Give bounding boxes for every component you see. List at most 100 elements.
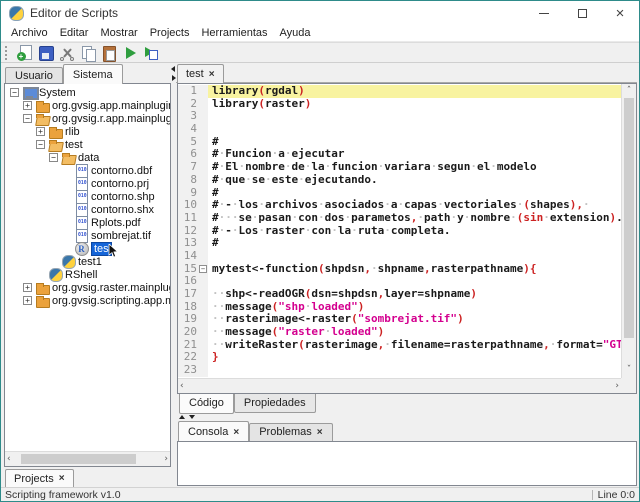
code-lines[interactable]: 1library(rgdal)2library(raster)345#6#·Fu… — [178, 85, 621, 378]
scroll-down-icon[interactable]: ˇ — [622, 364, 636, 377]
code-line-21[interactable]: 21··writeRaster(rasterimage,·filename=ra… — [178, 339, 621, 352]
tree-item-sombrejat-tif[interactable]: sombrejat.tif — [5, 229, 170, 242]
tab-projects[interactable]: Projects × — [5, 469, 74, 488]
expand-icon[interactable]: + — [23, 101, 32, 110]
scroll-left-icon[interactable]: ‹ — [180, 380, 184, 393]
menu-item-editar[interactable]: Editar — [54, 26, 95, 40]
tab-codigo[interactable]: Código — [179, 394, 234, 414]
close-button[interactable]: × — [601, 1, 639, 25]
new-script-button[interactable] — [14, 43, 35, 62]
code-text[interactable]: } — [208, 351, 621, 364]
tree-horizontal-scrollbar[interactable]: ‹ › — [5, 451, 170, 466]
tree-item-contorno-prj[interactable]: contorno.prj — [5, 177, 170, 190]
code-editor[interactable]: 1library(rgdal)2library(raster)345#6#·Fu… — [177, 83, 637, 394]
cut-button[interactable] — [56, 43, 77, 62]
tree-item-system[interactable]: −System — [5, 86, 170, 99]
paste-button[interactable] — [98, 43, 119, 62]
tab-consola[interactable]: Consola × — [178, 421, 249, 441]
whitespace-dot: · — [384, 224, 391, 237]
editor-vertical-scrollbar[interactable]: ˆ ˇ — [621, 84, 636, 378]
code-text[interactable]: mytest<-function(shpdsn,·shpname,rasterp… — [208, 263, 621, 276]
tree-item-rshell[interactable]: RShell — [5, 268, 170, 281]
run-dialog-button[interactable] — [140, 43, 161, 62]
collapse-icon[interactable]: − — [10, 88, 19, 97]
code-text[interactable] — [208, 364, 621, 377]
tree-item-label: org.gvsig.r.app.mainplugin — [52, 113, 170, 125]
tree-item-test[interactable]: −test — [5, 138, 170, 151]
close-projects-icon[interactable]: × — [59, 473, 65, 484]
tree-item-tes[interactable]: tes — [5, 242, 170, 255]
tree-item-rplots-pdf[interactable]: Rplots.pdf — [5, 216, 170, 229]
code-line-15[interactable]: 15−mytest<-function(shpdsn,·shpname,rast… — [178, 263, 621, 276]
tree-item-org-gvsig-raster-mainplugin[interactable]: +org.gvsig.raster.mainplugin — [5, 281, 170, 294]
close-problemas-icon[interactable]: × — [317, 427, 323, 438]
tab-test-script[interactable]: test × — [177, 64, 224, 83]
editor-bottom-tabs: Código Propiedades — [177, 394, 637, 414]
tree-item-org-gvsig-scripting-app-main[interactable]: +org.gvsig.scripting.app.main — [5, 294, 170, 307]
tree-item-contorno-dbf[interactable]: contorno.dbf — [5, 164, 170, 177]
menu-item-herramientas[interactable]: Herramientas — [195, 26, 273, 40]
tab-usuario[interactable]: Usuario — [5, 67, 63, 84]
collapse-left-icon[interactable] — [171, 66, 175, 72]
expand-icon[interactable]: + — [23, 283, 32, 292]
menu-item-projects[interactable]: Projects — [144, 26, 196, 40]
code-line-2[interactable]: 2library(raster) — [178, 98, 621, 111]
close-tab-icon[interactable]: × — [209, 69, 215, 80]
code-line-22[interactable]: 22} — [178, 351, 621, 364]
tab-problemas[interactable]: Problemas × — [249, 423, 332, 441]
whitespace-dot: · — [285, 160, 292, 173]
collapse-icon[interactable]: − — [36, 140, 45, 149]
horizontal-splitter[interactable] — [177, 414, 637, 421]
menu-item-mostrar[interactable]: Mostrar — [94, 26, 143, 40]
save-button[interactable] — [35, 43, 56, 62]
editor-horizontal-scrollbar[interactable]: ‹ › — [178, 378, 621, 393]
tree-scroll-thumb[interactable] — [21, 454, 136, 464]
code-line-4[interactable]: 4 — [178, 123, 621, 136]
code-text[interactable]: # — [208, 237, 621, 250]
expand-icon[interactable]: + — [36, 127, 45, 136]
line-number: 4 — [178, 123, 197, 136]
code-line-23[interactable]: 23 — [178, 364, 621, 377]
fold-collapse-icon[interactable]: − — [199, 265, 207, 273]
vertical-splitter[interactable] — [171, 63, 176, 487]
menu-item-archivo[interactable]: Archivo — [5, 26, 54, 40]
code-line-8[interactable]: 8#·que·se·este·ejecutando. — [178, 174, 621, 187]
code-line-13[interactable]: 13# — [178, 237, 621, 250]
r-script-icon — [74, 242, 89, 255]
copy-button[interactable] — [77, 43, 98, 62]
minimize-button[interactable] — [525, 1, 563, 25]
tree-item-test1[interactable]: test1 — [5, 255, 170, 268]
editor-vscroll-thumb[interactable] — [624, 98, 634, 338]
tree-item-org-gvsig-app-mainplugin[interactable]: +org.gvsig.app.mainplugin — [5, 99, 170, 112]
expand-up-icon[interactable] — [179, 415, 185, 419]
collapse-down-icon[interactable] — [189, 415, 195, 419]
code-text[interactable]: #·que·se·este·ejecutando. — [208, 174, 621, 187]
code-line-3[interactable]: 3 — [178, 110, 621, 123]
close-consola-icon[interactable]: × — [233, 427, 239, 438]
toolbar-gripper[interactable] — [5, 46, 8, 60]
collapse-icon[interactable]: − — [23, 114, 32, 123]
code-text[interactable]: library(raster) — [208, 98, 621, 111]
scroll-up-icon[interactable]: ˆ — [622, 85, 636, 98]
tab-sistema[interactable]: Sistema — [63, 64, 123, 84]
tree-item-data[interactable]: −data — [5, 151, 170, 164]
scroll-left-icon[interactable]: ‹ — [7, 453, 11, 466]
menu-item-ayuda[interactable]: Ayuda — [274, 26, 317, 40]
console-output[interactable] — [177, 441, 637, 486]
expand-icon[interactable]: + — [23, 296, 32, 305]
collapse-icon[interactable]: − — [49, 153, 58, 162]
code-text[interactable] — [208, 110, 621, 123]
scroll-right-icon[interactable]: › — [615, 380, 619, 393]
tab-propiedades[interactable]: Propiedades — [234, 394, 316, 413]
maximize-button[interactable] — [563, 1, 601, 25]
tree-item-contorno-shx[interactable]: contorno.shx — [5, 203, 170, 216]
tree-item-rlib[interactable]: +rlib — [5, 125, 170, 138]
code-text[interactable]: ··writeRaster(rasterimage,·filename=rast… — [208, 339, 621, 352]
code-text[interactable]: #·-·Los·raster·con·la·ruta·completa. — [208, 225, 621, 238]
tree-item-org-gvsig-r-app-mainplugin[interactable]: − org.gvsig.r.app.mainplugin — [5, 112, 170, 125]
code-line-12[interactable]: 12#·-·Los·raster·con·la·ruta·completa. — [178, 225, 621, 238]
code-text[interactable] — [208, 123, 621, 136]
run-button[interactable] — [119, 43, 140, 62]
scroll-right-icon[interactable]: › — [164, 453, 168, 466]
tree-item-contorno-shp[interactable]: contorno.shp — [5, 190, 170, 203]
